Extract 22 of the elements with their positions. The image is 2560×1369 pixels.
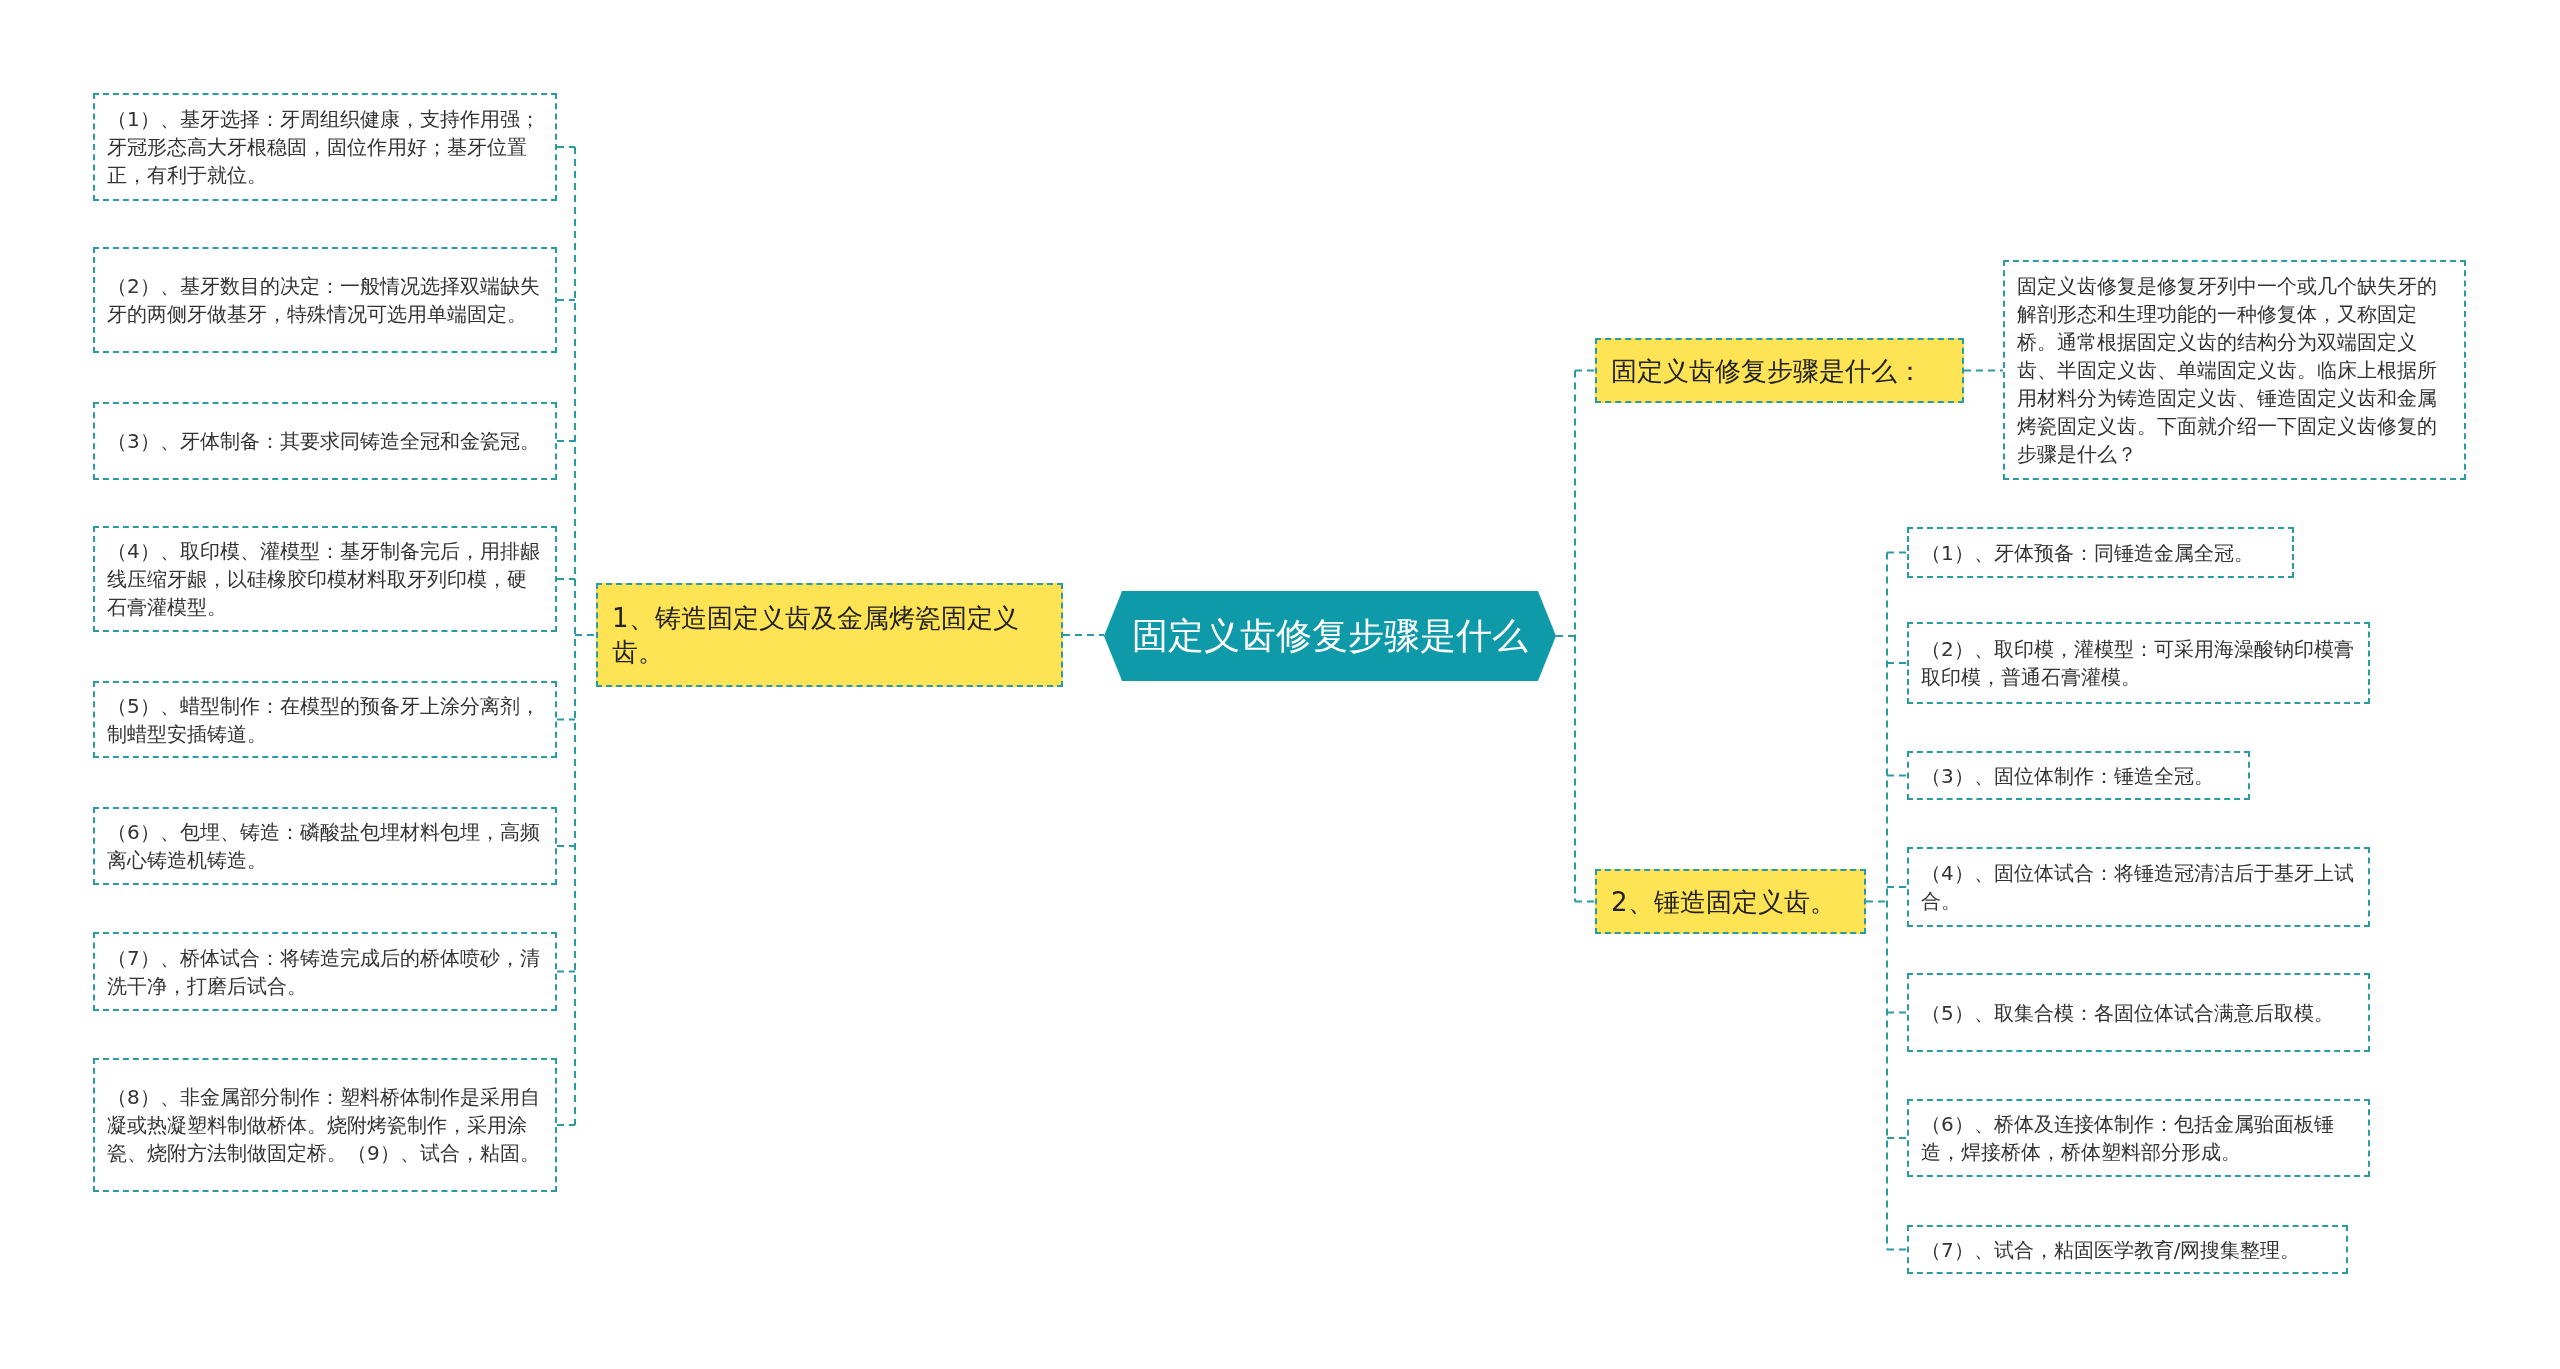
step-note: （7）、桥体试合：将铸造完成后的桥体喷砂，清洗干净，打磨后试合。 — [93, 932, 557, 1011]
step-note: （4）、固位体试合：将锤造冠清洁后于基牙上试合。 — [1907, 847, 2370, 927]
step-note: （7）、试合，粘固医学教育/网搜集整理。 — [1907, 1225, 2348, 1274]
branch-topic: 2、锤造固定义齿。 — [1595, 869, 1866, 934]
step-note: （5）、取集合模：各固位体试合满意后取模。 — [1907, 973, 2370, 1052]
step-note: （6）、桥体及连接体制作：包括金属骀面板锤造，焊接桥体，桥体塑料部分形成。 — [1907, 1099, 2370, 1177]
branch-topic: 1、铸造固定义齿及金属烤瓷固定义齿。 — [596, 583, 1063, 687]
step-note: （6）、包埋、铸造：磷酸盐包埋材料包埋，高频离心铸造机铸造。 — [93, 807, 557, 885]
step-note: （8）、非金属部分制作：塑料桥体制作是采用自凝或热凝塑料制做桥体。烧附烤瓷制作，采用涂瓷、烧附方法制做固定桥。（9）、试合，粘固。 — [93, 1058, 557, 1192]
step-note: （3）、牙体制备：其要求同铸造全冠和金瓷冠。 — [93, 402, 557, 480]
step-note: （3）、固位体制作：锤造全冠。 — [1907, 751, 2250, 800]
step-note: （4）、取印模、灌模型：基牙制备完后，用排龈线压缩牙龈，以硅橡胶印模材料取牙列印模，硬石膏灌模型。 — [93, 526, 557, 632]
connector-line — [1963, 369, 2004, 372]
description-note: 固定义齿修复是修复牙列中一个或几个缺失牙的解剖形态和生理功能的一种修复体，又称固定桥。通常根据固定义齿的结构分为双端固定义齿、半固定义齿、单端固定义齿。临床上根据所用材料分为铸造固定义齿、锤造固定义齿和金属烤瓷固定义齿。下面就介绍一下固定义齿修复的步骤是什么？ — [2003, 260, 2466, 480]
step-note: （1）、基牙选择：牙周组织健康，支持作用强；牙冠形态高大牙根稳固，固位作用好；基牙位置正，有利于就位。 — [93, 93, 557, 201]
connector-line — [1062, 634, 1105, 636]
step-note: （1）、牙体预备：同锤造金属全冠。 — [1907, 527, 2294, 578]
step-note: （2）、取印模，灌模型：可采用海澡酸钠印模膏取印模，普通石膏灌模。 — [1907, 622, 2370, 704]
root-topic: 固定义齿修复步骤是什么 — [1104, 591, 1556, 681]
branch-topic: 固定义齿修复步骤是什么： — [1595, 338, 1964, 403]
step-note: （2）、基牙数目的决定：一般情况选择双端缺失牙的两侧牙做基牙，特殊情况可选用单端固定。 — [93, 247, 557, 353]
step-note: （5）、蜡型制作：在模型的预备牙上涂分离剂，制蜡型安插铸道。 — [93, 681, 557, 758]
